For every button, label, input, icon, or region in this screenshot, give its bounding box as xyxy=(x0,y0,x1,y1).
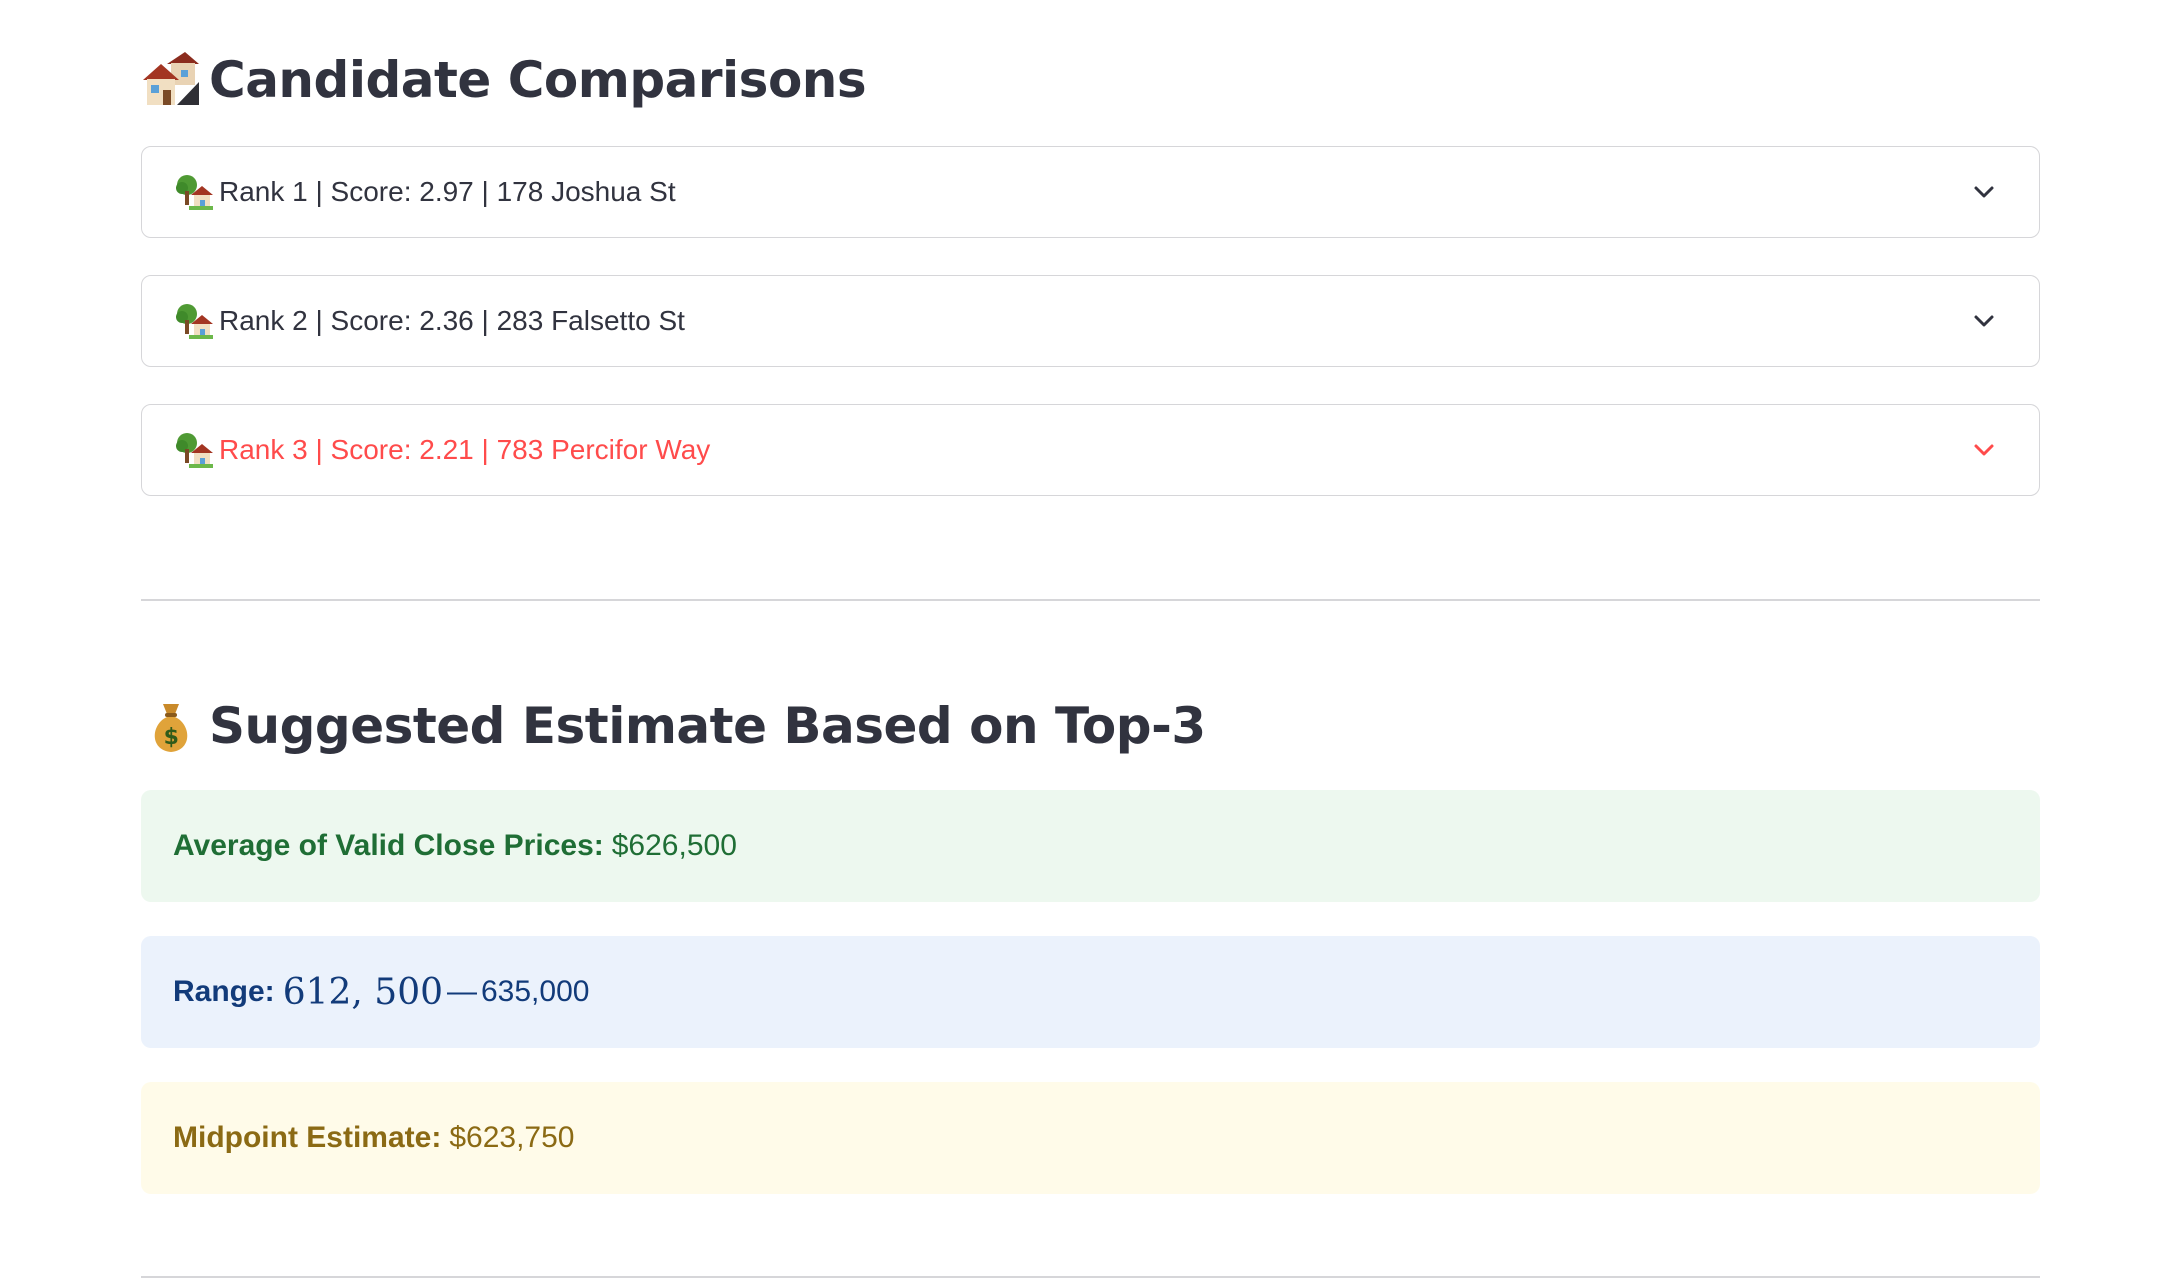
midpoint-value: $623,750 xyxy=(449,1121,575,1154)
candidate-expander-rank-3[interactable]: Rank 3 | Score: 2.21 | 783 Percifor Way xyxy=(141,404,2040,496)
section-divider xyxy=(141,599,2040,601)
range-label: Range: xyxy=(173,975,275,1008)
house-with-garden-icon xyxy=(175,302,213,340)
range-dash: — xyxy=(447,975,477,1008)
candidate-expander-rank-1[interactable]: Rank 1 | Score: 2.97 | 178 Joshua St xyxy=(141,146,2040,238)
house-with-garden-icon xyxy=(175,173,213,211)
candidate-comparisons-heading: Candidate Comparisons xyxy=(141,44,867,116)
chevron-down-icon[interactable] xyxy=(1971,179,1997,205)
chevron-down-icon[interactable] xyxy=(1971,308,1997,334)
svg-text:$: $ xyxy=(164,725,179,750)
average-label: Average of Valid Close Prices: xyxy=(173,829,604,862)
house-with-garden-icon xyxy=(175,431,213,469)
range-high-value: 635,000 xyxy=(481,975,590,1008)
chevron-down-icon[interactable] xyxy=(1971,437,1997,463)
section-divider xyxy=(141,1276,2040,1278)
suggested-estimate-title: Suggested Estimate Based on Top-3 xyxy=(209,697,1206,755)
midpoint-estimate-alert: Midpoint Estimate: $623,750 xyxy=(141,1082,2040,1194)
range-alert: Range: 612, 500 — 635,000 xyxy=(141,936,2040,1048)
candidate-expander-rank-2[interactable]: Rank 2 | Score: 2.36 | 283 Falsetto St xyxy=(141,275,2040,367)
range-low-value: 612, 500 xyxy=(282,971,443,1013)
candidate-label: Rank 1 | Score: 2.97 | 178 Joshua St xyxy=(219,176,676,207)
average-value: $626,500 xyxy=(611,829,737,862)
suggested-estimate-heading: $ Suggested Estimate Based on Top-3 xyxy=(141,690,1206,762)
midpoint-label: Midpoint Estimate: xyxy=(173,1121,442,1154)
candidate-label: Rank 2 | Score: 2.36 | 283 Falsetto St xyxy=(219,305,685,336)
average-close-price-alert: Average of Valid Close Prices: $626,500 xyxy=(141,790,2040,902)
candidate-label: Rank 3 | Score: 2.21 | 783 Percifor Way xyxy=(219,434,711,465)
money-bag-icon: $ xyxy=(141,696,201,756)
candidate-comparisons-title: Candidate Comparisons xyxy=(209,51,867,109)
houses-icon xyxy=(141,50,201,110)
